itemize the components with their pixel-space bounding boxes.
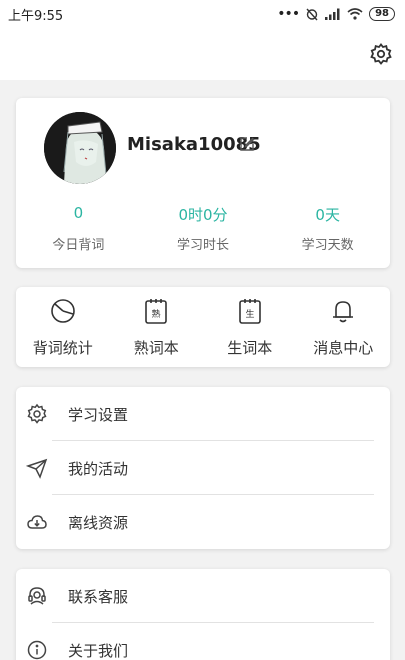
alarm-off-icon xyxy=(306,8,318,21)
status-icons: ••• 98 xyxy=(277,6,395,22)
menu-card: 学习设置 我的活动 离线资源 xyxy=(16,387,390,549)
headset-icon xyxy=(28,587,46,605)
new-words-book-icon: 生 xyxy=(238,299,261,324)
gear-icon[interactable] xyxy=(369,42,393,66)
status-bar: 上午9:55 ••• 98 xyxy=(0,0,405,28)
stat-today-words[interactable]: 0 今日背词 xyxy=(16,204,141,253)
shortcut-new-words[interactable]: 生 生词本 xyxy=(203,287,297,367)
shortcut-label: 熟词本 xyxy=(133,339,179,357)
stat-label: 今日背词 xyxy=(52,238,105,253)
shortcut-word-stats[interactable]: 背词统计 xyxy=(16,287,110,367)
stat-value: 0 xyxy=(73,204,84,222)
status-time: 上午9:55 xyxy=(8,8,64,24)
profile-card: Misaka10085 0 今日背词 0时0分 学习时长 0天 学习天数 xyxy=(16,98,390,268)
signal-icon xyxy=(325,8,340,20)
familiar-words-book-icon: 熟 xyxy=(145,299,168,324)
menu-item-offline-resources[interactable]: 离线资源 xyxy=(16,495,390,549)
menu-label: 联系客服 xyxy=(68,587,129,606)
shortcut-label: 消息中心 xyxy=(313,339,374,357)
pie-chart-icon xyxy=(50,299,75,323)
menu-label: 关于我们 xyxy=(68,641,129,660)
cloud-download-icon xyxy=(27,515,47,529)
stat-study-days[interactable]: 0天 学习天数 xyxy=(265,204,390,253)
menu-item-study-settings[interactable]: 学习设置 xyxy=(16,387,390,441)
stat-label: 学习天数 xyxy=(301,238,354,253)
avatar[interactable] xyxy=(44,112,116,184)
menu-label: 我的活动 xyxy=(68,459,129,478)
more-dots-icon: ••• xyxy=(277,6,300,22)
shortcut-label: 背词统计 xyxy=(32,339,93,357)
gear-icon xyxy=(27,403,47,424)
menu-item-contact-support[interactable]: 联系客服 xyxy=(16,569,390,623)
stat-value: 0天 xyxy=(315,206,340,224)
menu-item-about-us[interactable]: 关于我们 xyxy=(16,623,390,660)
edit-icon[interactable] xyxy=(239,136,255,152)
stat-value: 0时0分 xyxy=(178,206,228,224)
menu-label: 离线资源 xyxy=(68,513,129,532)
paper-plane-icon xyxy=(26,458,48,479)
shortcut-label: 生词本 xyxy=(227,339,273,357)
info-icon xyxy=(27,640,47,660)
bell-icon xyxy=(333,301,354,323)
shortcut-familiar-words[interactable]: 熟 熟词本 xyxy=(110,287,204,367)
shortcuts-card: 背词统计 熟 熟词本 生 生词本 消息中心 xyxy=(16,287,390,367)
book-glyph: 熟 xyxy=(152,308,161,320)
stat-label: 学习时长 xyxy=(177,238,230,253)
menu-item-my-activities[interactable]: 我的活动 xyxy=(16,441,390,495)
battery-indicator: 98 xyxy=(369,7,395,21)
shortcut-message-center[interactable]: 消息中心 xyxy=(297,287,391,367)
wifi-icon xyxy=(347,8,363,20)
menu-label: 学习设置 xyxy=(68,405,129,424)
stats-row: 0 今日背词 0时0分 学习时长 0天 学习天数 xyxy=(16,204,390,253)
top-bar xyxy=(0,28,405,80)
menu-card-secondary: 联系客服 关于我们 xyxy=(16,569,390,660)
book-glyph: 生 xyxy=(245,308,254,320)
stat-study-time[interactable]: 0时0分 学习时长 xyxy=(141,204,266,253)
